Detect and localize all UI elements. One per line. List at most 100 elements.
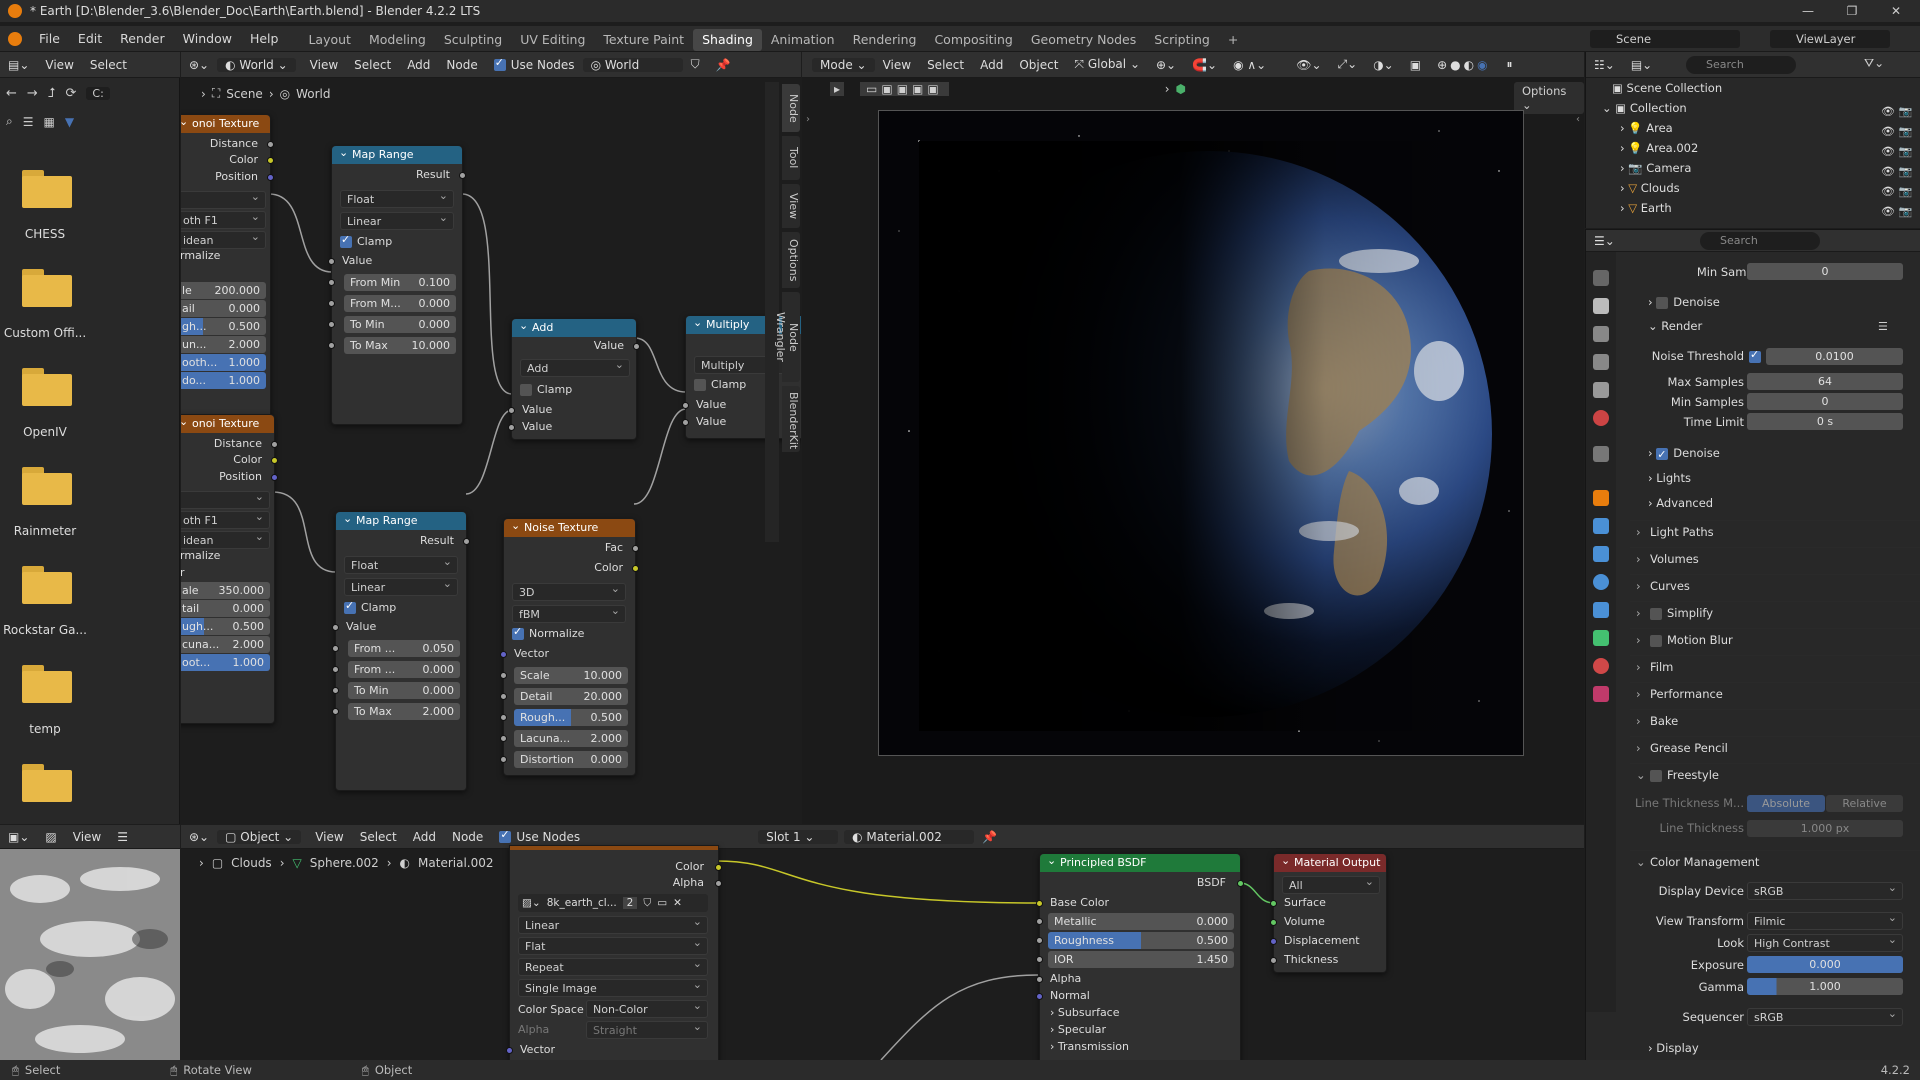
tab-animation[interactable]: Animation	[762, 29, 844, 51]
subsurface-panel[interactable]: › Subsurface	[1050, 1006, 1120, 1019]
options-dropdown[interactable]: Options ⌄	[1514, 82, 1584, 114]
denoise-render-row[interactable]: › Denoise	[1648, 443, 1720, 465]
socket-normal[interactable]	[1036, 993, 1043, 1000]
outliner-item-area[interactable]: › 💡 Area	[1620, 118, 1673, 138]
snap-icon[interactable]: 🧲⌄	[1184, 58, 1225, 72]
socket-base-color[interactable]	[1036, 900, 1043, 907]
outliner-item-camera[interactable]: › 📷 Camera	[1620, 158, 1691, 178]
clamp-checkbox[interactable]: Clamp	[520, 383, 572, 396]
scene-collection-row[interactable]: ▣ Scene Collection	[1612, 78, 1722, 98]
socket-color[interactable]	[267, 157, 274, 164]
noise-type-dropdown[interactable]: fBM	[512, 604, 626, 623]
modifier-tab-icon[interactable]	[1593, 518, 1609, 534]
socket-vector[interactable]	[506, 1047, 513, 1054]
viewport-object-menu[interactable]: Object	[1011, 58, 1066, 72]
sequencer-dropdown[interactable]: sRGB	[1747, 1007, 1903, 1026]
scale-field[interactable]: ale 350.000	[181, 582, 270, 599]
socket-position[interactable]	[267, 174, 274, 181]
menu-help[interactable]: Help	[241, 26, 288, 52]
socket-value-in-2[interactable]	[682, 419, 689, 426]
smoothness-field[interactable]: ooth... 1.000	[181, 354, 266, 371]
panel-freestyle[interactable]: Freestyle	[1630, 763, 1920, 785]
panel-motion-blur[interactable]: Motion Blur	[1630, 628, 1920, 650]
material-node-editor[interactable]: ⊛⌄ ▢ Object ⌄ View Select Add Node Use N…	[181, 825, 1584, 1060]
principled-bsdf-node[interactable]: Principled BSDF BSDF Base Color Metallic…	[1036, 852, 1244, 1060]
tab-node-wrangler[interactable]: Node Wrangler	[774, 292, 800, 382]
viewport-add-menu[interactable]: Add	[972, 58, 1011, 72]
metallic-field[interactable]: Metallic 0.000	[1048, 913, 1234, 930]
parent-dir-icon[interactable]: ⮥	[48, 86, 56, 101]
path-field[interactable]: C:	[86, 87, 110, 100]
lights-subpanel[interactable]: › Lights	[1648, 468, 1691, 488]
socket-roughness[interactable]	[1036, 937, 1043, 944]
voronoi-texture-node-2[interactable]: onoi Texture Distance Color Position oth…	[181, 413, 278, 724]
socket-value-in-1[interactable]	[508, 407, 515, 414]
node-header[interactable]: Principled BSDF	[1040, 852, 1240, 872]
map-range-node-1[interactable]: Map Range Result Float Linear Clamp Valu…	[328, 144, 466, 425]
socket-metallic[interactable]	[1036, 918, 1043, 925]
socket-color[interactable]	[632, 565, 639, 572]
material-output-node[interactable]: Material Output All Surface Volume Displ…	[1270, 852, 1387, 973]
randomness-field[interactable]: do... 1.000	[181, 372, 266, 389]
node-header[interactable]: Material Output	[1274, 852, 1386, 872]
orientation-dropdown[interactable]: ⤧ Global ⌄	[1066, 57, 1148, 72]
xray-icon[interactable]: ▣	[1402, 58, 1429, 72]
time-limit-field[interactable]: 0 s	[1747, 413, 1903, 430]
clamp-checkbox[interactable]: Clamp	[340, 233, 392, 248]
socket-value-out[interactable]	[633, 343, 640, 350]
lacunarity-field[interactable]: un... 2.000	[181, 336, 266, 353]
extension-dropdown[interactable]: Repeat	[518, 957, 708, 976]
camera-frame[interactable]	[878, 110, 1524, 756]
from-max-field[interactable]: From ... 0.000	[348, 661, 460, 678]
hamburger-icon[interactable]: ☰	[109, 830, 136, 844]
folder-icon[interactable]	[22, 368, 72, 406]
socket-fac[interactable]	[632, 545, 639, 552]
view-transform-dropdown[interactable]: Filmic	[1747, 911, 1903, 930]
gizmo-icon[interactable]: ⤢⌄	[1330, 57, 1366, 72]
blender-menu-icon[interactable]	[8, 31, 22, 46]
socket-volume[interactable]	[1270, 919, 1277, 926]
add-workspace-icon[interactable]: +	[1219, 29, 1247, 51]
operation-dropdown[interactable]: Add	[520, 358, 630, 377]
roughness-field[interactable]: ugh... 0.500	[181, 618, 270, 635]
maximize-button[interactable]: ❐	[1830, 0, 1874, 22]
render-subpanel-header[interactable]: ⌄ Render	[1648, 316, 1702, 336]
editor-type-icon[interactable]: ☷⌄	[1586, 58, 1623, 72]
panel-bake[interactable]: Bake	[1630, 709, 1920, 731]
socket-value-in-1[interactable]	[682, 402, 689, 409]
close-button[interactable]: ✕	[1874, 0, 1918, 22]
sidebar-collapse-icon[interactable]: ‹	[1576, 114, 1580, 125]
dimensions-dropdown[interactable]	[181, 190, 266, 209]
search-icon[interactable]: ⌕	[6, 114, 13, 129]
tab-uv-editing[interactable]: UV Editing	[511, 29, 594, 51]
panel-color-management[interactable]: Color Management	[1630, 850, 1920, 872]
scene-selector[interactable]: Scene	[1590, 30, 1740, 48]
list-view-icon[interactable]: ☰	[23, 115, 34, 129]
detail-field[interactable]: Detail 20.000	[514, 688, 628, 705]
tab-scripting[interactable]: Scripting	[1145, 29, 1219, 51]
tab-options[interactable]: Options	[782, 232, 800, 288]
image-mode-icon[interactable]: ▨	[37, 830, 64, 844]
socket-displacement[interactable]	[1270, 938, 1277, 945]
absolute-button[interactable]: Absolute	[1747, 795, 1825, 812]
normalize-label[interactable]: rmalize	[181, 249, 220, 262]
roughness-field[interactable]: Rough... 0.500	[514, 709, 628, 726]
tab-view[interactable]: View	[782, 184, 800, 228]
panel-volumes[interactable]: Volumes	[1630, 547, 1920, 569]
max-samples-field[interactable]: 64	[1747, 373, 1903, 390]
thumbnail-view-icon[interactable]: ▦	[44, 115, 55, 129]
socket-scale[interactable]	[500, 672, 507, 679]
socket-value[interactable]	[328, 258, 335, 265]
constraints-tab-icon[interactable]	[1593, 602, 1609, 618]
user-count[interactable]: 2	[622, 897, 638, 909]
output-tab-icon[interactable]	[1593, 326, 1609, 342]
tab-modeling[interactable]: Modeling	[360, 29, 435, 51]
target-dropdown[interactable]: All	[1282, 875, 1380, 894]
feature-dropdown[interactable]: oth F1	[181, 210, 266, 229]
min-samples-field[interactable]: 0	[1747, 263, 1903, 280]
panel-performance[interactable]: Performance	[1630, 682, 1920, 704]
socket-position[interactable]	[271, 474, 278, 481]
socket-to-max[interactable]	[328, 342, 335, 349]
socket-from-max[interactable]	[328, 300, 335, 307]
pause-render-icon[interactable]: ⏸	[1499, 57, 1521, 72]
